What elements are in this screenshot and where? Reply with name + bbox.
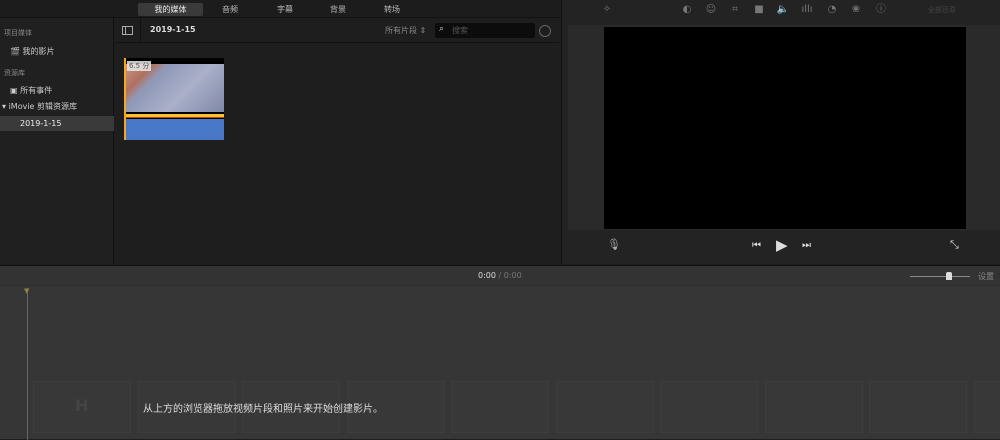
sidebar-item-my-movie[interactable]: 🎬 我的影片	[0, 44, 114, 59]
clip-frame	[124, 64, 224, 112]
browser-header: 2019-1-15 所有片段 ⇕ ⌕ 搜索	[115, 18, 559, 43]
disclosure-triangle-icon[interactable]: ▾	[2, 102, 6, 111]
search-icon: ⌕	[439, 24, 444, 34]
sidebar-item-label: 所有事件	[20, 86, 52, 95]
sidebar-item-label: iMovie 剪辑资源库	[9, 102, 77, 111]
browser-title: 2019-1-15	[150, 25, 196, 34]
sidebar-icon	[122, 26, 133, 35]
volume-icon[interactable]: 🔈	[776, 3, 790, 17]
clip-placeholder	[869, 381, 967, 433]
clapper-icon: 🎬	[10, 47, 20, 56]
timeline-hint: 从上方的浏览器拖放视频片段和照片来开始创建影片。	[143, 400, 383, 415]
clip-filter-select[interactable]: 所有片段 ⇕	[385, 25, 426, 36]
project-media-header: 项目媒体	[4, 26, 114, 41]
settings-clock-icon[interactable]	[539, 25, 551, 37]
time-separator: /	[499, 271, 502, 280]
timeline-settings-button[interactable]: 设置	[978, 271, 994, 282]
tab-titles[interactable]: 字幕	[265, 3, 305, 16]
playhead-skimmer	[124, 58, 126, 140]
tab-audio[interactable]: 音频	[210, 3, 250, 16]
reset-all-button[interactable]: 全部还原	[928, 5, 956, 15]
playhead[interactable]	[27, 288, 28, 440]
sidebar-item-label: 我的影片	[23, 47, 55, 56]
tab-my-media[interactable]: 我的媒体	[138, 3, 203, 16]
viewer-frame	[568, 25, 1000, 230]
clip-thumbnail[interactable]: 6.5 分	[124, 58, 224, 140]
sidebar: 项目媒体 🎬 我的影片 资源库 ▣ 所有事件 ▾ iMovie 剪辑资源库 20…	[0, 18, 114, 264]
zoom-slider-knob[interactable]	[946, 272, 952, 280]
sidebar-item-library[interactable]: ▾ iMovie 剪辑资源库	[0, 99, 114, 114]
libraries-header: 资源库	[4, 66, 114, 81]
timecode: 0:00 / 0:00	[478, 271, 522, 280]
clip-placeholder	[974, 381, 1000, 433]
zoom-slider[interactable]	[910, 276, 970, 277]
tab-transitions[interactable]: 转场	[372, 3, 412, 16]
skip-back-icon[interactable]: ⏮	[752, 240, 761, 251]
skip-forward-icon[interactable]: ⏭	[802, 240, 811, 251]
fullscreen-icon[interactable]: ⤡	[950, 238, 959, 252]
color-balance-icon[interactable]: ◐	[680, 3, 694, 17]
clip-placeholder	[765, 381, 863, 433]
sidebar-item-label: 2019-1-15	[20, 119, 61, 128]
clip-filter-value: 所有片段	[385, 26, 417, 35]
timeline: 0:00 / 0:00 设置 ▼ H 从上方的浏览器拖放视频片段和照片来开始创建…	[0, 265, 1000, 439]
filmstrip-icon: H	[75, 396, 88, 415]
viewer: ✧ ◐ ☺ ⌗ ■ 🔈 ıllı ◔ ❀ ⓘ 全部还原 🎙 ⏮ ▶ ⏭ ⤡	[561, 0, 1000, 264]
video-preview	[604, 27, 966, 229]
clip-audio-waveform	[124, 119, 224, 140]
media-browser: 2019-1-15 所有片段 ⇕ ⌕ 搜索 6.5 分	[115, 18, 559, 264]
toggle-sidebar-button[interactable]	[115, 18, 141, 43]
play-icon[interactable]: ▶	[776, 236, 788, 254]
clip-placeholder	[660, 381, 758, 433]
clip-filter-icon[interactable]: ❀	[849, 3, 863, 17]
playhead-marker-icon[interactable]: ▼	[24, 287, 29, 295]
search-input[interactable]: ⌕ 搜索	[435, 23, 535, 38]
tab-backgrounds[interactable]: 背景	[318, 3, 358, 16]
timeline-header: 0:00 / 0:00 设置	[0, 266, 1000, 286]
current-time: 0:00	[478, 271, 496, 280]
microphone-icon[interactable]: 🎙	[607, 238, 621, 251]
info-icon[interactable]: ⓘ	[874, 3, 888, 17]
star-icon: ▣	[10, 86, 18, 95]
crop-icon[interactable]: ⌗	[728, 3, 742, 17]
magic-wand-icon[interactable]: ✧	[600, 3, 614, 17]
clip-duration-badge: 6.5 分	[127, 61, 151, 71]
total-time: 0:00	[504, 271, 522, 280]
stabilization-icon[interactable]: ■	[752, 3, 766, 17]
sidebar-item-all-events[interactable]: ▣ 所有事件	[0, 83, 114, 98]
color-correction-icon[interactable]: ☺	[704, 3, 718, 17]
clip-placeholder	[556, 381, 654, 433]
clip-audio-marker	[124, 114, 224, 118]
sidebar-item-event[interactable]: 2019-1-15	[0, 116, 114, 131]
noise-reduction-icon[interactable]: ıllı	[800, 3, 814, 17]
media-tabs: 我的媒体 音频 字幕 背景 转场	[0, 0, 560, 18]
speed-icon[interactable]: ◔	[825, 3, 839, 17]
clip-placeholder	[451, 381, 549, 433]
search-placeholder: 搜索	[452, 25, 468, 36]
